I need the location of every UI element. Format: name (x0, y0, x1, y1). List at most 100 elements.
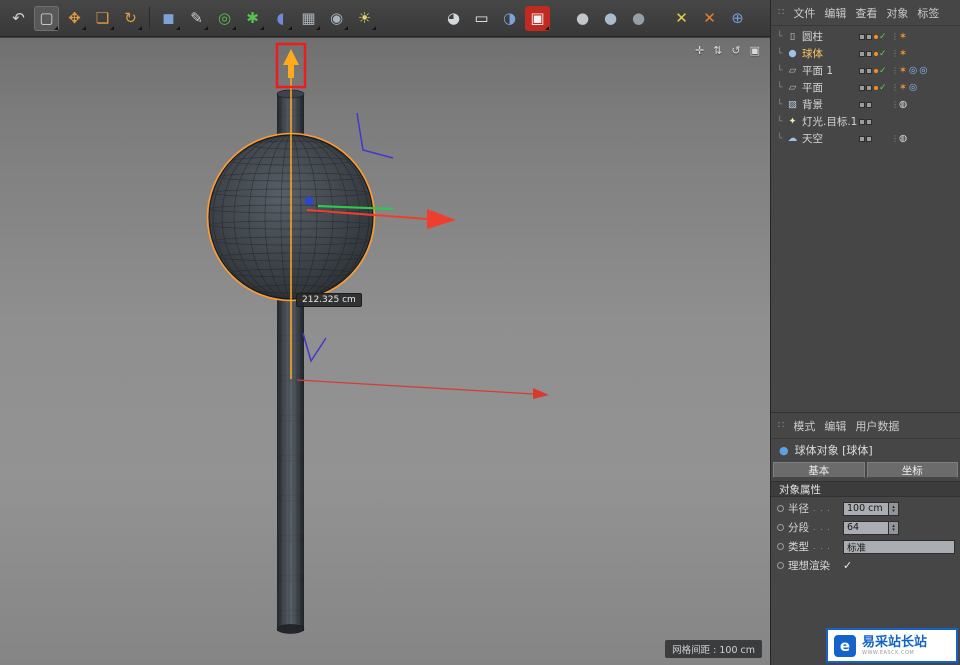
modeling-icon[interactable]: ✱ (240, 6, 265, 31)
add-primitive-cube-icon[interactable]: ◼ (156, 6, 181, 31)
visibility-toggles[interactable] (859, 68, 874, 74)
editor-visibility-dot[interactable] (859, 85, 865, 91)
rotate-view-icon[interactable]: ↺ (731, 44, 740, 57)
target-tag-icon[interactable]: ◎ (919, 65, 927, 76)
render-visibility-dot[interactable] (866, 51, 872, 57)
coordinate-system-icon[interactable]: ⊕ (725, 6, 750, 31)
move-tool-icon[interactable]: ✥ (62, 6, 87, 31)
keyframe-circle-icon[interactable] (777, 543, 784, 550)
spin-down-icon[interactable]: ▾ (892, 509, 895, 513)
editor-visibility-dot[interactable] (859, 102, 865, 108)
axis-lock-icon[interactable]: ✕ (697, 6, 722, 31)
render-visibility-dot[interactable] (866, 68, 872, 74)
scale-tool-icon[interactable]: ❏ (90, 6, 115, 31)
tab-coordinates[interactable]: 坐标 (867, 462, 959, 478)
object-row-7[interactable]: └☁天空⋮◍ (771, 130, 960, 147)
watermark-text: 易采站长站 WWW.EASCK.COM (862, 636, 927, 656)
target-tag-icon[interactable]: ◎ (909, 65, 917, 76)
texture-tag-icon[interactable]: ◍ (899, 133, 907, 144)
environment-icon[interactable]: ▦ (296, 6, 321, 31)
object-row-4[interactable]: └▱平面✓⋮✶◎ (771, 79, 960, 96)
object-label[interactable]: 背景 (802, 97, 823, 112)
zoom-view-icon[interactable]: ⇅ (713, 44, 722, 57)
target-tag-icon[interactable]: ◎ (909, 82, 917, 93)
editor-visibility-dot[interactable] (859, 51, 865, 57)
field-value-input[interactable]: 64 (843, 521, 889, 535)
render-settings-icon[interactable]: ▣ (525, 6, 550, 31)
render-visibility-dot[interactable] (866, 102, 872, 108)
object-label[interactable]: 圆柱 (802, 29, 823, 44)
field-spinner[interactable]: ▴▾ (889, 521, 899, 535)
render-visibility-dot[interactable] (866, 34, 872, 40)
wrench-tag-icon[interactable]: ✶ (899, 31, 907, 42)
object-row-6[interactable]: └✦灯光.目标.1 (771, 113, 960, 130)
object-label[interactable]: 平面 (802, 80, 823, 95)
camera-icon[interactable]: ◉ (324, 6, 349, 31)
maximize-view-icon[interactable]: ▣ (750, 44, 760, 57)
wrench-tag-icon[interactable]: ✶ (899, 65, 907, 76)
spin-down-icon[interactable]: ▾ (892, 528, 895, 532)
deformers-icon[interactable]: ◖ (268, 6, 293, 31)
material-sphere-2-icon[interactable]: ● (598, 6, 623, 31)
pan-view-icon[interactable]: ✛ (695, 44, 704, 57)
spline-pen-icon[interactable]: ✎ (184, 6, 209, 31)
am-menu-edit[interactable]: 编辑 (824, 418, 846, 434)
enable-toggle[interactable]: ✓ (874, 32, 891, 42)
visibility-toggles[interactable] (859, 85, 874, 91)
editor-visibility-dot[interactable] (859, 68, 865, 74)
interactive-render-icon[interactable]: ◑ (497, 6, 522, 31)
object-row-1[interactable]: └▯圆柱✓⋮✶ (771, 28, 960, 45)
visibility-toggles[interactable] (859, 34, 874, 40)
wrench-tag-icon[interactable]: ✶ (899, 82, 907, 93)
object-row-5[interactable]: └▨背景⋮◍ (771, 96, 960, 113)
editor-visibility-dot[interactable] (859, 136, 865, 142)
editor-visibility-dot[interactable] (859, 34, 865, 40)
render-visibility-dot[interactable] (866, 136, 872, 142)
enable-toggle[interactable]: ✓ (874, 83, 891, 93)
om-menu-file[interactable]: 文件 (793, 5, 815, 21)
render-region-icon[interactable]: ▭ (469, 6, 494, 31)
keyframe-circle-icon[interactable] (777, 505, 784, 512)
object-row-2[interactable]: └●球体✓⋮✶ (771, 45, 960, 62)
am-menu-mode[interactable]: 模式 (793, 418, 815, 434)
visibility-toggles[interactable] (859, 102, 874, 108)
object-label[interactable]: 天空 (802, 131, 823, 146)
keyframe-circle-icon[interactable] (777, 524, 784, 531)
object-label[interactable]: 灯光.目标.1 (802, 114, 857, 129)
visibility-toggles[interactable] (859, 51, 874, 57)
live-selection-icon[interactable]: ▢ (34, 6, 59, 31)
visibility-toggles[interactable] (859, 136, 874, 142)
om-menu-edit[interactable]: 编辑 (824, 5, 846, 21)
om-menu-tags[interactable]: 标签 (917, 5, 939, 21)
field-checkbox[interactable]: ✓ (843, 559, 852, 572)
keyframe-circle-icon[interactable] (777, 562, 784, 569)
lights-icon[interactable]: ☀ (352, 6, 377, 31)
om-menu-objects[interactable]: 对象 (886, 5, 908, 21)
editor-visibility-dot[interactable] (859, 119, 865, 125)
object-label[interactable]: 平面 1 (802, 63, 833, 78)
tab-basic[interactable]: 基本 (773, 462, 865, 478)
material-sphere-3-icon[interactable]: ● (626, 6, 651, 31)
render-view-icon[interactable]: ◕ (441, 6, 466, 31)
snap-xyz-icon[interactable]: ✕ (669, 6, 694, 31)
render-visibility-dot[interactable] (866, 85, 872, 91)
rotate-tool-icon[interactable]: ↻ (118, 6, 143, 31)
enable-toggle[interactable]: ✓ (874, 66, 891, 76)
om-menu-view[interactable]: 查看 (855, 5, 877, 21)
undo-icon[interactable]: ↶ (6, 6, 31, 31)
field-spinner[interactable]: ▴▾ (889, 502, 899, 516)
field-select[interactable]: 标准 (843, 540, 955, 554)
material-sphere-1-icon[interactable]: ● (570, 6, 595, 31)
wrench-tag-icon[interactable]: ✶ (899, 48, 907, 59)
viewport[interactable]: ✛⇅↺▣ 212.325 cm 网格间距 : 100 cm (0, 38, 770, 665)
texture-tag-icon[interactable]: ◍ (899, 99, 907, 110)
scene-canvas[interactable] (0, 38, 770, 665)
enable-toggle[interactable]: ✓ (874, 49, 891, 59)
object-label[interactable]: 球体 (802, 46, 823, 61)
generators-icon[interactable]: ◎ (212, 6, 237, 31)
object-row-3[interactable]: └▱平面 1✓⋮✶◎◎ (771, 62, 960, 79)
visibility-toggles[interactable] (859, 119, 874, 125)
field-value-input[interactable]: 100 cm (843, 502, 889, 516)
render-visibility-dot[interactable] (866, 119, 872, 125)
am-menu-userdata[interactable]: 用户数据 (855, 418, 899, 434)
